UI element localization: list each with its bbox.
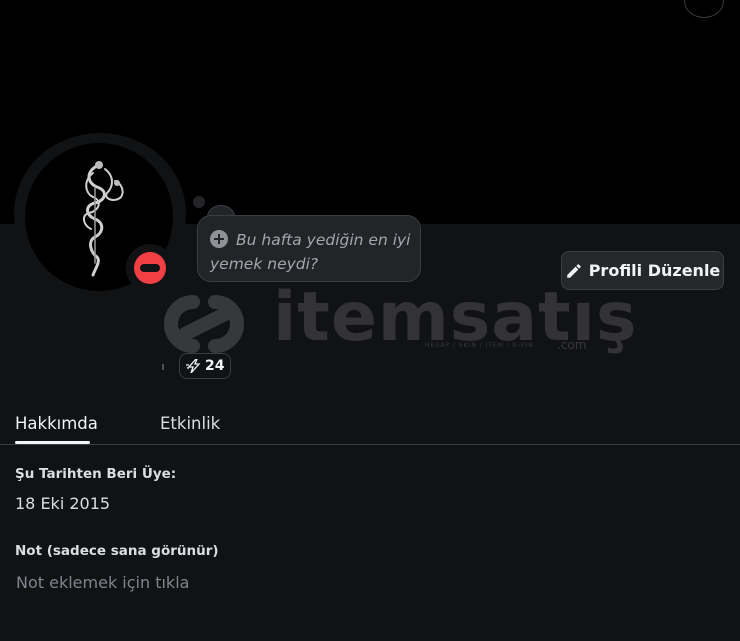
tab-activity[interactable]: Etkinlik (160, 414, 220, 433)
watermark-suffix: .com (557, 338, 587, 352)
badge-count: 24 (205, 358, 225, 374)
nitro-badge[interactable]: 24 (179, 353, 232, 379)
member-since-title: Şu Tarihten Beri Üye: (15, 466, 177, 482)
tab-about[interactable]: Hakkımda (15, 414, 98, 433)
custom-status-bubble[interactable]: Bu hafta yediğin en iyi yemek neydi? (197, 215, 421, 282)
watermark-subtitle: HESAP / SKIN / ITEM / E-PIN (425, 342, 534, 349)
watermark-logo (164, 295, 244, 353)
dnd-status-icon[interactable] (134, 252, 166, 284)
watermark: itemsatış HESAP / SKIN / ITEM / E-PIN .c… (155, 278, 636, 358)
plus-circle-icon[interactable] (210, 230, 228, 248)
divider-dot (162, 364, 164, 370)
lightning-icon (186, 359, 201, 373)
note-title: Not (sadece sana görünür) (15, 543, 219, 559)
pencil-icon (566, 263, 581, 278)
note-input[interactable]: Not eklemek için tıkla (16, 573, 189, 592)
status-prompt-text: Bu hafta yediğin en iyi yemek neydi? (210, 231, 411, 273)
member-since-value: 18 Eki 2015 (15, 494, 111, 513)
profile-tabs: Hakkımda Etkinlik (0, 404, 740, 445)
active-tab-indicator (15, 441, 90, 444)
thought-dot-small (193, 196, 205, 208)
